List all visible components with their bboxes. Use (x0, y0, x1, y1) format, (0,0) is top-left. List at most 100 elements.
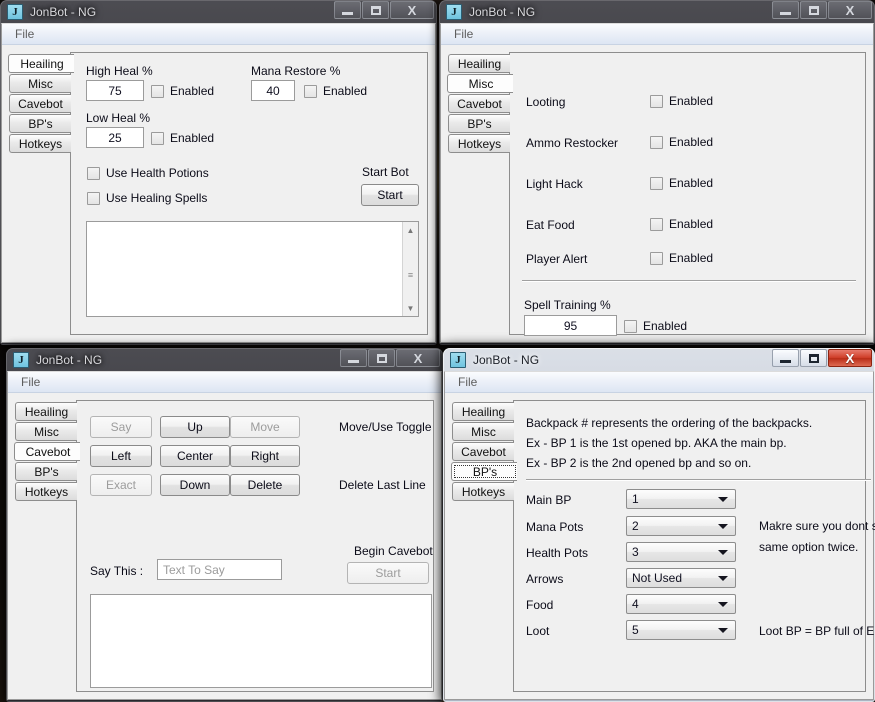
tab-bps[interactable]: BP's (448, 114, 510, 133)
high-heal-enabled-checkbox[interactable]: Enabled (151, 84, 214, 98)
center-button[interactable]: Center (160, 445, 230, 467)
menu-bar[interactable]: File (8, 372, 441, 393)
move-button[interactable]: Move (230, 416, 300, 438)
minimize-button[interactable] (772, 349, 799, 367)
scroll-down-icon[interactable]: ▼ (403, 300, 418, 316)
maximize-button[interactable] (800, 349, 827, 367)
exact-button[interactable]: Exact (90, 474, 152, 496)
menu-file[interactable]: File (11, 26, 38, 42)
up-button[interactable]: Up (160, 416, 230, 438)
maximize-button[interactable] (368, 349, 395, 367)
tab-hotkeys[interactable]: Hotkeys (452, 482, 514, 501)
tab-heailing[interactable]: Heailing (448, 54, 510, 73)
start-bot-button[interactable]: Start (361, 184, 419, 206)
close-icon: X (845, 350, 855, 366)
tab-hotkeys[interactable]: Hotkeys (15, 482, 77, 501)
client-area: File Heailing Misc Cavebot BP's Hotkeys … (1, 23, 436, 343)
looting-enabled-checkbox[interactable]: Enabled (650, 94, 713, 108)
tab-cavebot[interactable]: Cavebot (14, 442, 80, 461)
minimize-button[interactable] (772, 1, 799, 19)
scroll-thumb[interactable]: ≡ (405, 260, 416, 290)
left-button[interactable]: Left (90, 445, 152, 467)
scroll-up-icon[interactable]: ▲ (403, 222, 418, 238)
close-button[interactable]: X (396, 349, 440, 367)
tab-hotkeys[interactable]: Hotkeys (448, 134, 510, 153)
tab-bps[interactable]: BP's (15, 462, 77, 481)
eat-food-enabled-checkbox[interactable]: Enabled (650, 217, 713, 231)
minimize-button[interactable] (340, 349, 367, 367)
player-alert-enabled-checkbox[interactable]: Enabled (650, 251, 713, 265)
log-listbox[interactable]: ▲ ≡ ▼ (86, 221, 419, 317)
food-select[interactable]: 4 (626, 594, 736, 614)
spell-training-enabled-checkbox[interactable]: Enabled (624, 319, 687, 333)
menu-bar[interactable]: File (445, 372, 873, 393)
right-button[interactable]: Right (230, 445, 300, 467)
tab-misc[interactable]: Misc (9, 74, 71, 93)
menu-file[interactable]: File (17, 374, 44, 390)
say-button[interactable]: Say (90, 416, 152, 438)
close-button[interactable]: X (390, 1, 434, 19)
window-title: JonBot - NG (469, 5, 536, 19)
tab-bps[interactable]: BP's (451, 462, 517, 481)
window-controls[interactable]: X (772, 349, 872, 367)
tab-misc[interactable]: Misc (15, 422, 77, 441)
tab-strip[interactable]: Heailing Misc Cavebot BP's Hotkeys (14, 400, 80, 692)
tab-heailing[interactable]: Heailing (452, 402, 514, 421)
window-healing[interactable]: J JonBot - NG X File Heailing Misc Caveb… (0, 0, 437, 345)
titlebar[interactable]: J JonBot - NG X (1, 1, 436, 23)
window-controls[interactable]: X (334, 1, 434, 19)
window-controls[interactable]: X (340, 349, 440, 367)
checkbox-box (151, 131, 164, 145)
tab-bps[interactable]: BP's (9, 114, 71, 133)
menu-file[interactable]: File (450, 26, 477, 42)
close-button[interactable]: X (828, 1, 872, 19)
maximize-button[interactable] (800, 1, 827, 19)
cavebot-start-button[interactable]: Start (347, 562, 429, 584)
minimize-button[interactable] (334, 1, 361, 19)
health-pots-select[interactable]: 3 (626, 542, 736, 562)
tab-cavebot[interactable]: Cavebot (9, 94, 71, 113)
menu-file[interactable]: File (454, 374, 481, 390)
spell-training-input[interactable]: 95 (524, 315, 617, 336)
tab-strip[interactable]: Heailing Misc Cavebot BP's Hotkeys (447, 52, 513, 335)
tab-misc[interactable]: Misc (452, 422, 514, 441)
mana-restore-enabled-checkbox[interactable]: Enabled (304, 84, 367, 98)
titlebar[interactable]: J JonBot - NG X (7, 349, 442, 371)
tab-misc[interactable]: Misc (447, 74, 513, 93)
loot-select[interactable]: 5 (626, 620, 736, 640)
use-healing-spells-checkbox[interactable]: Use Healing Spells (87, 191, 207, 205)
window-misc[interactable]: J JonBot - NG X File Heailing Misc Caveb… (439, 0, 875, 345)
low-heal-enabled-checkbox[interactable]: Enabled (151, 131, 214, 145)
log-scrollbar[interactable]: ▲ ≡ ▼ (402, 222, 418, 316)
tab-strip[interactable]: Heailing Misc Cavebot BP's Hotkeys (8, 52, 74, 335)
window-cavebot[interactable]: J JonBot - NG X File Heailing Misc Caveb… (6, 348, 443, 702)
titlebar[interactable]: J JonBot - NG X (440, 1, 874, 23)
down-button[interactable]: Down (160, 474, 230, 496)
window-bps[interactable]: J JonBot - NG X File Heailing Misc Caveb… (443, 348, 875, 702)
close-button[interactable]: X (828, 349, 872, 367)
tab-cavebot[interactable]: Cavebot (448, 94, 510, 113)
cavebot-listbox[interactable] (90, 594, 432, 688)
delete-button[interactable]: Delete (230, 474, 300, 496)
tab-heailing[interactable]: Heailing (8, 54, 74, 73)
ammo-restocker-enabled-checkbox[interactable]: Enabled (650, 135, 713, 149)
mana-pots-select[interactable]: 2 (626, 516, 736, 536)
menu-bar[interactable]: File (441, 24, 873, 45)
looting-label: Looting (526, 95, 566, 109)
light-hack-enabled-checkbox[interactable]: Enabled (650, 176, 713, 190)
tab-heailing[interactable]: Heailing (15, 402, 77, 421)
tab-strip[interactable]: Heailing Misc Cavebot BP's Hotkeys (451, 400, 517, 692)
window-controls[interactable]: X (772, 1, 872, 19)
tab-hotkeys[interactable]: Hotkeys (9, 134, 71, 153)
main-bp-select[interactable]: 1 (626, 489, 736, 509)
tab-cavebot[interactable]: Cavebot (452, 442, 514, 461)
say-this-input[interactable]: Text To Say (157, 559, 282, 580)
mana-restore-input[interactable]: 40 (251, 80, 295, 101)
arrows-select[interactable]: Not Used (626, 568, 736, 588)
high-heal-input[interactable]: 75 (86, 80, 144, 101)
menu-bar[interactable]: File (2, 24, 435, 45)
use-health-potions-checkbox[interactable]: Use Health Potions (87, 166, 209, 180)
low-heal-input[interactable]: 25 (86, 127, 144, 148)
titlebar[interactable]: J JonBot - NG X (444, 349, 874, 371)
maximize-button[interactable] (362, 1, 389, 19)
